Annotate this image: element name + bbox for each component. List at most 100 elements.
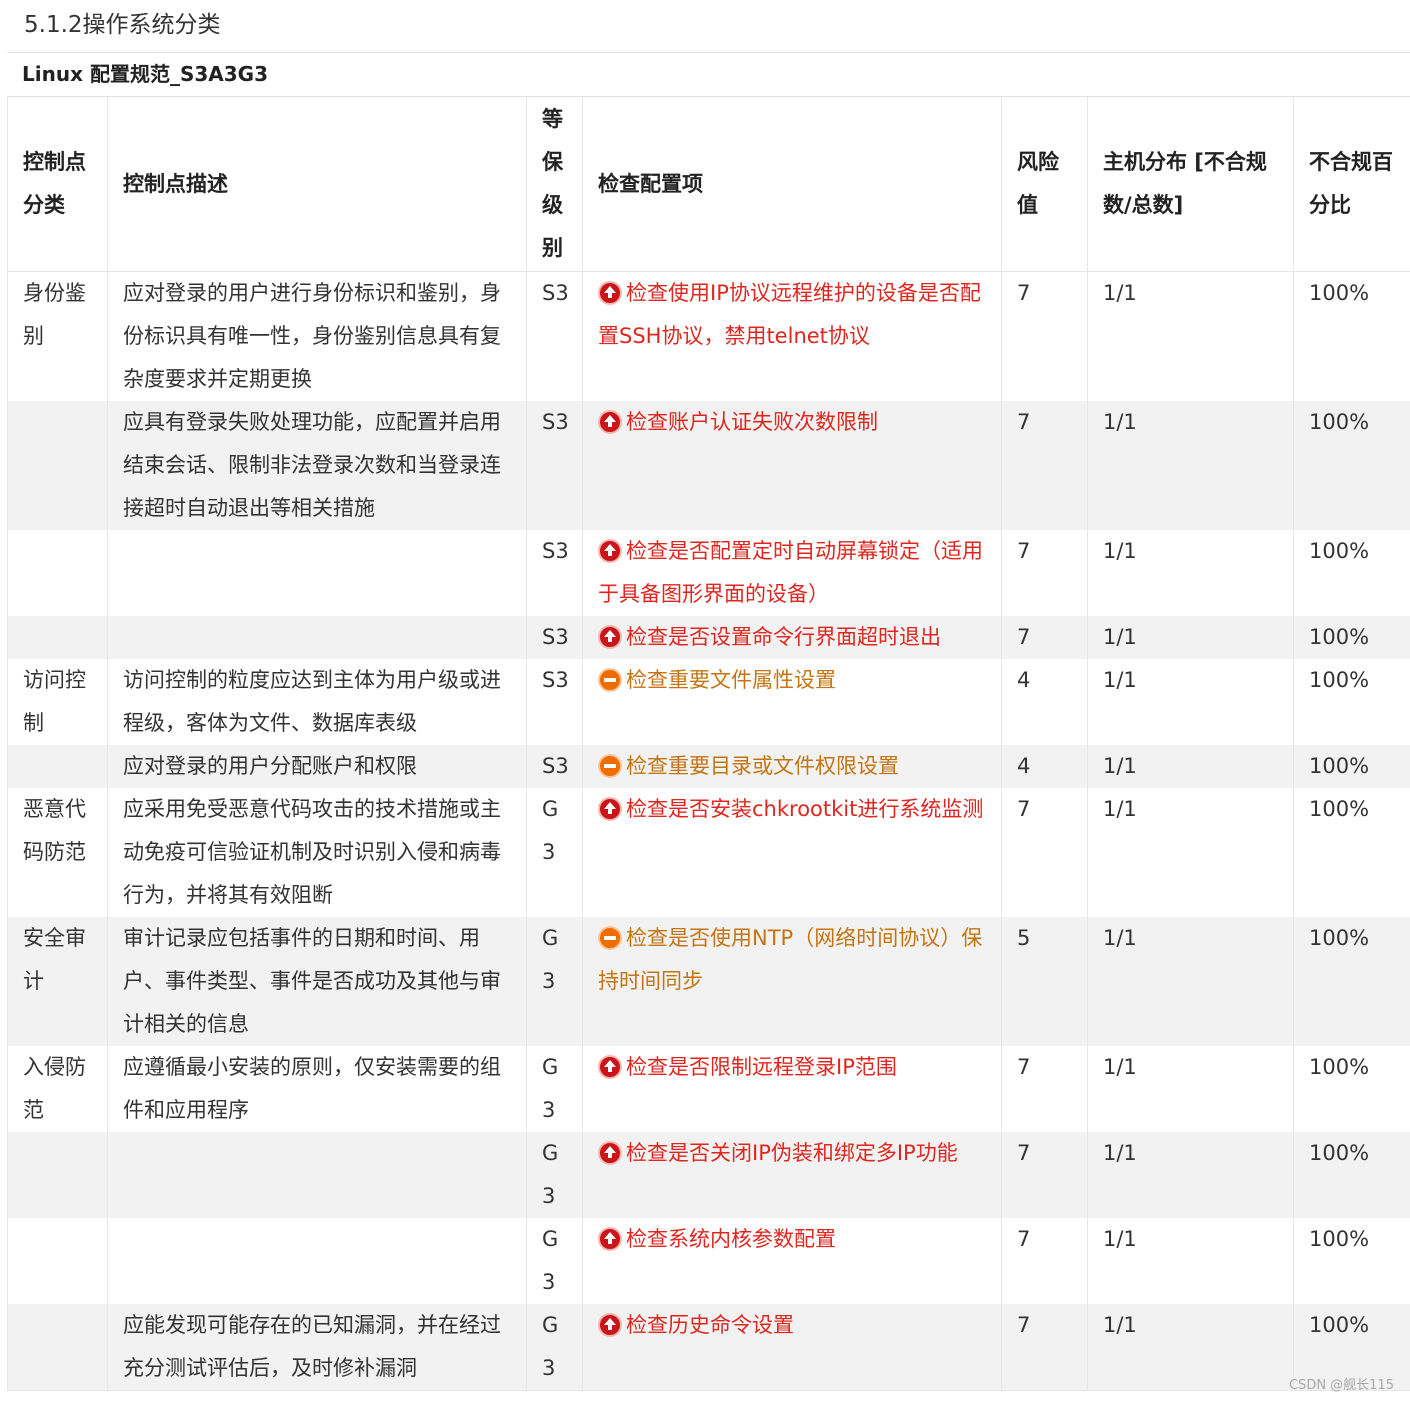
table-row: 入侵防范 应遵循最小安装的原则，仅安装需要的组件和应用程序 G3 检查是否限制远程登录… bbox=[7, 1046, 1410, 1132]
table-row: 应对登录的用户分配账户和权限 S3 检查重要目录或文件权限设置 4 1/1 100% bbox=[7, 745, 1410, 788]
check-item-link[interactable]: 检查使用IP协议远程维护的设备是否配置SSH协议，禁用telnet协议 bbox=[598, 281, 981, 348]
risk-value-cell: 5 bbox=[1001, 917, 1088, 1046]
category-cell bbox=[7, 1218, 108, 1304]
risk-value-cell: 4 bbox=[1001, 659, 1088, 745]
category-cell bbox=[7, 1304, 108, 1391]
description-cell bbox=[107, 530, 527, 616]
check-item-cell: 检查重要文件属性设置 bbox=[582, 659, 1002, 745]
table-row: 应具有登录失败处理功能，应配置并启用结束会话、限制非法登录次数和当登录连接超时自… bbox=[7, 401, 1410, 530]
table-row: G3 检查系统内核参数配置 7 1/1 100% bbox=[7, 1218, 1410, 1304]
percent-cell: 100% bbox=[1293, 401, 1410, 530]
description-cell bbox=[107, 1218, 527, 1304]
level-cell: S3 bbox=[526, 271, 583, 401]
watermark: CSDN @舰长115 bbox=[1288, 1378, 1394, 1393]
table-row: 访问控制 访问控制的粒度应达到主体为用户级或进程级，客体为文件、数据库表级 S3 检查… bbox=[7, 659, 1410, 745]
high-risk-icon bbox=[598, 1313, 622, 1337]
header-level: 等保级别 bbox=[526, 97, 583, 272]
table-row: 安全审计 审计记录应包括事件的日期和时间、用户、事件类型、事件是否成功及其他与审计… bbox=[7, 917, 1410, 1046]
check-item-cell: 检查系统内核参数配置 bbox=[582, 1218, 1002, 1304]
percent-cell: 100% bbox=[1293, 1218, 1410, 1304]
percent-cell: 100% bbox=[1293, 659, 1410, 745]
check-item-cell: 检查使用IP协议远程维护的设备是否配置SSH协议，禁用telnet协议 bbox=[582, 271, 1002, 401]
medium-risk-icon bbox=[598, 754, 622, 778]
check-item-cell: 检查账户认证失败次数限制 bbox=[582, 401, 1002, 530]
risk-value-cell: 7 bbox=[1001, 616, 1088, 659]
risk-value-cell: 7 bbox=[1001, 1046, 1088, 1132]
high-risk-icon bbox=[598, 1227, 622, 1251]
medium-risk-icon bbox=[598, 668, 622, 692]
level-cell: G3 bbox=[526, 1218, 583, 1304]
check-item-link[interactable]: 检查是否使用NTP（网络时间协议）保持时间同步 bbox=[598, 926, 982, 993]
percent-cell: 100% bbox=[1293, 917, 1410, 1046]
check-item-link[interactable]: 检查账户认证失败次数限制 bbox=[626, 410, 878, 434]
level-cell: G3 bbox=[526, 917, 583, 1046]
percent-cell: 100% bbox=[1293, 616, 1410, 659]
level-cell: S3 bbox=[526, 401, 583, 530]
check-item-cell: 检查是否设置命令行界面超时退出 bbox=[582, 616, 1002, 659]
description-cell: 应能发现可能存在的已知漏洞，并在经过充分测试评估后，及时修补漏洞 bbox=[107, 1304, 527, 1391]
category-cell bbox=[7, 401, 108, 530]
host-distribution-cell: 1/1 bbox=[1087, 1304, 1294, 1391]
host-distribution-cell: 1/1 bbox=[1087, 1132, 1294, 1218]
level-cell: G3 bbox=[526, 1132, 583, 1218]
risk-value-cell: 7 bbox=[1001, 530, 1088, 616]
host-distribution-cell: 1/1 bbox=[1087, 530, 1294, 616]
high-risk-icon bbox=[598, 625, 622, 649]
section-title: 5.1.2操作系统分类 bbox=[24, 12, 221, 38]
high-risk-icon bbox=[598, 281, 622, 305]
level-cell: G3 bbox=[526, 788, 583, 917]
risk-value-cell: 7 bbox=[1001, 1218, 1088, 1304]
percent-cell: 100% bbox=[1293, 1046, 1410, 1132]
level-cell: G3 bbox=[526, 1046, 583, 1132]
level-cell: S3 bbox=[526, 616, 583, 659]
level-cell: S3 bbox=[526, 659, 583, 745]
header-risk: 风险值 bbox=[1001, 97, 1088, 272]
check-item-link[interactable]: 检查重要文件属性设置 bbox=[626, 668, 836, 692]
description-cell: 应遵循最小安装的原则，仅安装需要的组件和应用程序 bbox=[107, 1046, 527, 1132]
check-item-link[interactable]: 检查系统内核参数配置 bbox=[626, 1227, 836, 1251]
level-cell: G3 bbox=[526, 1304, 583, 1391]
report-table-container: Linux 配置规范_S3A3G3 控制点分类 控制点描述 等保级别 检查配置项… bbox=[7, 52, 1410, 1391]
host-distribution-cell: 1/1 bbox=[1087, 401, 1294, 530]
header-description: 控制点描述 bbox=[107, 97, 527, 272]
host-distribution-cell: 1/1 bbox=[1087, 659, 1294, 745]
percent-cell: 100% bbox=[1293, 1132, 1410, 1218]
category-cell: 安全审计 bbox=[7, 917, 108, 1046]
category-cell bbox=[7, 530, 108, 616]
host-distribution-cell: 1/1 bbox=[1087, 616, 1294, 659]
check-item-link[interactable]: 检查是否配置定时自动屏幕锁定（适用于具备图形界面的设备） bbox=[598, 539, 983, 606]
header-check-item: 检查配置项 bbox=[582, 97, 1002, 272]
description-cell: 应具有登录失败处理功能，应配置并启用结束会话、限制非法登录次数和当登录连接超时自… bbox=[107, 401, 527, 530]
compliance-table: 控制点分类 控制点描述 等保级别 检查配置项 风险值 主机分布 [不合规数/总数… bbox=[7, 97, 1410, 1391]
check-item-link[interactable]: 检查是否设置命令行界面超时退出 bbox=[626, 625, 941, 649]
description-cell: 审计记录应包括事件的日期和时间、用户、事件类型、事件是否成功及其他与审计相关的信… bbox=[107, 917, 527, 1046]
check-item-link[interactable]: 检查是否限制远程登录IP范围 bbox=[626, 1055, 897, 1079]
host-distribution-cell: 1/1 bbox=[1087, 1218, 1294, 1304]
check-item-link[interactable]: 检查是否关闭IP伪装和绑定多IP功能 bbox=[626, 1141, 958, 1165]
check-item-link[interactable]: 检查是否安装chkrootkit进行系统监测 bbox=[626, 797, 983, 821]
description-cell bbox=[107, 616, 527, 659]
check-item-link[interactable]: 检查重要目录或文件权限设置 bbox=[626, 754, 899, 778]
check-item-cell: 检查是否配置定时自动屏幕锁定（适用于具备图形界面的设备） bbox=[582, 530, 1002, 616]
risk-value-cell: 7 bbox=[1001, 401, 1088, 530]
check-item-cell: 检查历史命令设置 bbox=[582, 1304, 1002, 1391]
table-row: G3 检查是否关闭IP伪装和绑定多IP功能 7 1/1 100% bbox=[7, 1132, 1410, 1218]
category-cell: 恶意代码防范 bbox=[7, 788, 108, 917]
percent-cell: 100% bbox=[1293, 530, 1410, 616]
check-item-cell: 检查重要目录或文件权限设置 bbox=[582, 745, 1002, 788]
risk-value-cell: 7 bbox=[1001, 1132, 1088, 1218]
level-cell: S3 bbox=[526, 530, 583, 616]
description-cell: 应采用免受恶意代码攻击的技术措施或主动免疫可信验证机制及时识别入侵和病毒行为，并… bbox=[107, 788, 527, 917]
check-item-link[interactable]: 检查历史命令设置 bbox=[626, 1313, 794, 1337]
level-cell: S3 bbox=[526, 745, 583, 788]
table-row: 恶意代码防范 应采用免受恶意代码攻击的技术措施或主动免疫可信验证机制及时识别入侵和… bbox=[7, 788, 1410, 917]
high-risk-icon bbox=[598, 410, 622, 434]
check-item-cell: 检查是否安装chkrootkit进行系统监测 bbox=[582, 788, 1002, 917]
table-row: S3 检查是否配置定时自动屏幕锁定（适用于具备图形界面的设备） 7 1/1 100% bbox=[7, 530, 1410, 616]
risk-value-cell: 7 bbox=[1001, 271, 1088, 401]
host-distribution-cell: 1/1 bbox=[1087, 745, 1294, 788]
high-risk-icon bbox=[598, 1055, 622, 1079]
table-row: 身份鉴别 应对登录的用户进行身份标识和鉴别，身份标识具有唯一性，身份鉴别信息具有复… bbox=[7, 271, 1410, 401]
host-distribution-cell: 1/1 bbox=[1087, 271, 1294, 401]
host-distribution-cell: 1/1 bbox=[1087, 788, 1294, 917]
